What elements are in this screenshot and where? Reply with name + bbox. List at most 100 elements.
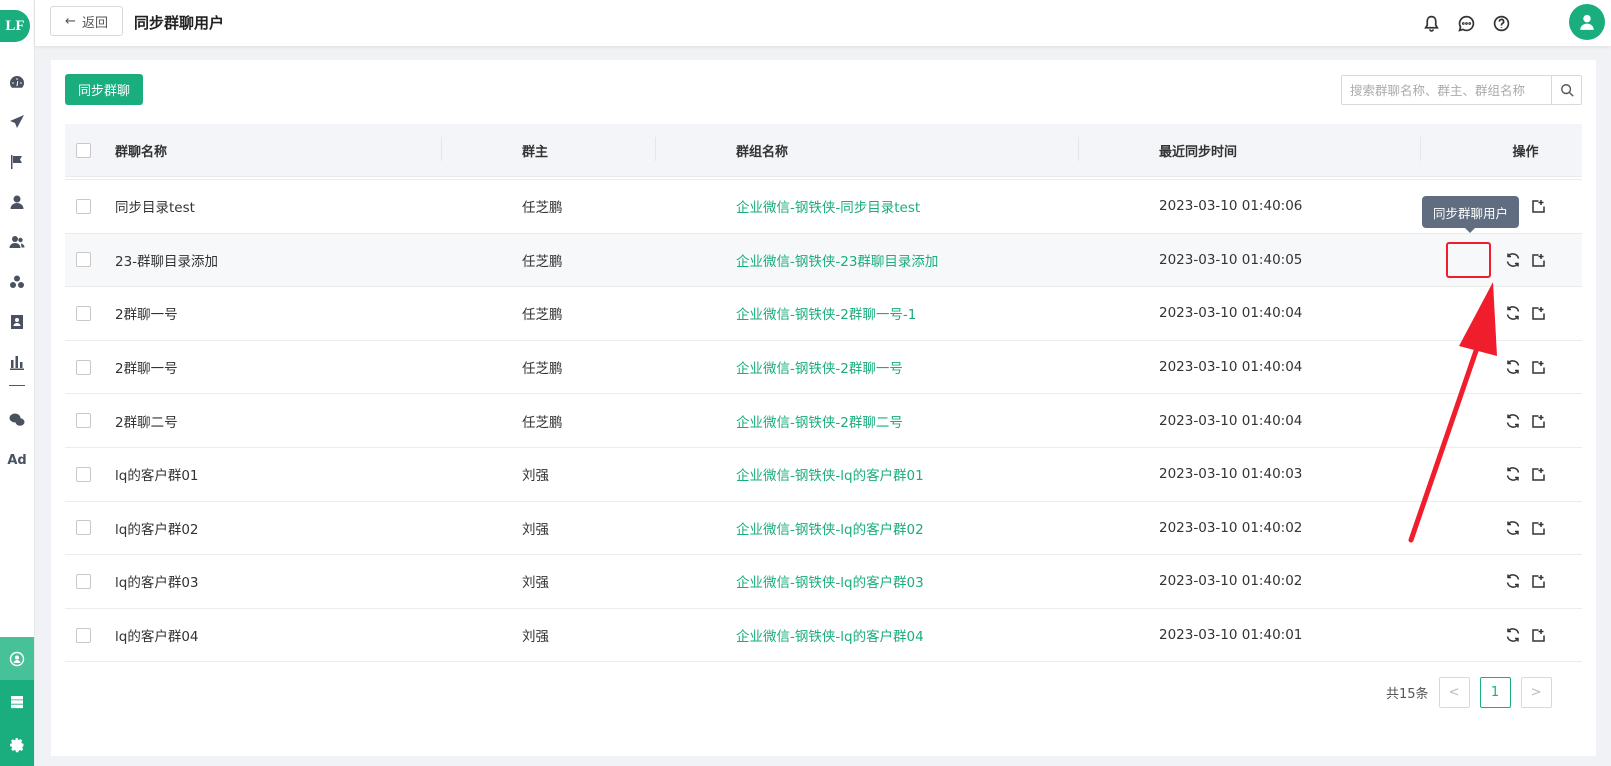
table-row[interactable]: lq的客户群04 刘强 企业微信-钢铁侠-lq的客户群04 2023-03-10 01… [65, 608, 1582, 663]
edit-icon[interactable] [1531, 520, 1547, 536]
bell-icon[interactable] [1421, 13, 1441, 33]
row-checkbox[interactable] [76, 466, 91, 482]
table-header: 群聊名称 群主 群组名称 最近同步时间 操作 [65, 124, 1582, 176]
column-divider [1420, 137, 1421, 161]
row-checkbox[interactable] [76, 305, 91, 321]
edit-icon[interactable] [1531, 359, 1547, 375]
contact-card-icon[interactable] [0, 302, 34, 342]
cell-group-link[interactable]: 企业微信-钢铁侠-lq的客户群04 [720, 625, 1143, 645]
next-page-button[interactable]: > [1520, 677, 1552, 708]
ad-menu-item[interactable]: Ad [0, 440, 34, 480]
cell-group-link[interactable]: 企业微信-钢铁侠-同步目录test [720, 196, 1143, 216]
edit-icon[interactable] [1531, 198, 1547, 214]
cell-group-link[interactable]: 企业微信-钢铁侠-lq的客户群02 [720, 518, 1143, 538]
edit-icon[interactable] [1531, 252, 1547, 268]
cell-ops [1469, 627, 1582, 643]
arrow-left-icon: ← [65, 13, 76, 29]
row-checkbox[interactable] [76, 198, 91, 214]
user-icon[interactable] [0, 182, 34, 222]
prev-page-button[interactable]: < [1438, 677, 1470, 708]
cell-name: 23-群聊目录添加 [115, 253, 219, 270]
edit-icon[interactable] [1531, 413, 1547, 429]
row-check-cell [65, 627, 115, 643]
table-row[interactable]: 同步目录test 任芝鹏 企业微信-钢铁侠-同步目录test 2023-03-10 0… [65, 180, 1582, 234]
select-all-cell [65, 142, 115, 158]
edit-icon[interactable] [1531, 466, 1547, 482]
search-icon[interactable] [1551, 76, 1581, 104]
cell-group-link[interactable]: 企业微信-钢铁侠-2群聊二号 [720, 411, 1143, 431]
group-chat-table: 群聊名称 群主 群组名称 最近同步时间 操作 同步目录test 任芝鹏 企业微信-钢… [65, 124, 1582, 666]
sync-users-icon[interactable] [1505, 627, 1521, 643]
cell-owner: 任芝鹏 [522, 200, 563, 217]
column-header-group: 群组名称 [736, 144, 789, 160]
row-check-cell [65, 305, 115, 321]
sidebar: LF Ad [0, 0, 35, 766]
table-row[interactable]: 23-群聊目录添加 任芝鹏 企业微信-钢铁侠-23群聊目录添加 2023-03-10 … [65, 233, 1582, 288]
sync-users-icon[interactable] [1505, 573, 1521, 589]
sync-group-chat-button[interactable]: 同步群聊 [65, 74, 143, 105]
row-checkbox[interactable] [76, 573, 91, 589]
search-box [1341, 75, 1582, 105]
row-check-cell [65, 413, 115, 429]
column-header-owner: 群主 [522, 144, 549, 160]
dashboard-icon[interactable] [0, 62, 34, 102]
bar-chart-icon[interactable] [0, 342, 34, 382]
table-row[interactable]: lq的客户群02 刘强 企业微信-钢铁侠-lq的客户群02 2023-03-10 01… [65, 501, 1582, 556]
row-checkbox[interactable] [76, 252, 91, 268]
row-check-cell [65, 252, 115, 268]
table-row[interactable]: 2群聊二号 任芝鹏 企业微信-钢铁侠-2群聊二号 2023-03-10 01:40:0… [65, 394, 1582, 448]
cell-name: 2群聊一号 [115, 361, 178, 378]
cell-owner: 刘强 [522, 468, 549, 485]
cell-name: lq的客户群02 [115, 521, 199, 538]
server-icon[interactable] [0, 680, 34, 723]
row-checkbox[interactable] [76, 413, 91, 429]
page-number-button[interactable]: 1 [1479, 677, 1511, 708]
edit-icon[interactable] [1531, 573, 1547, 589]
back-button-label: 返回 [81, 15, 108, 31]
cell-group-link[interactable]: 企业微信-钢铁侠-lq的客户群03 [720, 571, 1143, 591]
send-icon[interactable] [0, 102, 34, 142]
main-card: 同步群聊 群聊名称 群主 群组名称 最近同步时间 操作 同步目录test任芝鹏企… [51, 60, 1596, 756]
cell-owner: 刘强 [522, 521, 549, 538]
wechat-icon[interactable] [0, 400, 34, 440]
cell-name: 2群聊一号 [115, 307, 178, 324]
row-check-cell [65, 466, 115, 482]
row-checkbox[interactable] [76, 520, 91, 536]
help-icon[interactable] [1491, 13, 1511, 33]
cell-group-link[interactable]: 企业微信-钢铁侠-lq的客户群01 [720, 464, 1143, 484]
table-row[interactable]: 2群聊一号 任芝鹏 企业微信-钢铁侠-2群聊一号-1 2023-03-10 01:40… [65, 287, 1582, 341]
group-icon[interactable] [0, 262, 34, 302]
cell-name: 2群聊二号 [115, 414, 178, 431]
search-input[interactable] [1342, 76, 1551, 104]
cell-group-link[interactable]: 企业微信-钢铁侠-23群聊目录添加 [720, 250, 1143, 270]
table-row[interactable]: lq的客户群01 刘强 企业微信-钢铁侠-lq的客户群01 2023-03-10 01… [65, 447, 1582, 502]
row-checkbox[interactable] [76, 627, 91, 643]
row-checkbox[interactable] [76, 359, 91, 375]
select-all-checkbox[interactable] [76, 142, 91, 158]
cell-owner: 任芝鹏 [522, 414, 563, 431]
sidebar-bottom [0, 637, 34, 766]
column-divider [441, 137, 442, 161]
row-check-cell [65, 359, 115, 375]
users-icon[interactable] [0, 222, 34, 262]
edit-icon[interactable] [1531, 305, 1547, 321]
table-row[interactable]: 2群聊一号 任芝鹏 企业微信-钢铁侠-2群聊一号 2023-03-10 01:40:0… [65, 340, 1582, 395]
column-divider [1078, 137, 1079, 161]
app-logo[interactable]: LF [0, 10, 30, 42]
cell-group-link[interactable]: 企业微信-钢铁侠-2群聊一号 [720, 357, 1143, 377]
table-row[interactable]: lq的客户群03 刘强 企业微信-钢铁侠-lq的客户群03 2023-03-10 01… [65, 555, 1582, 609]
page-title: 同步群聊用户 [134, 14, 225, 32]
cell-name: lq的客户群04 [115, 629, 199, 646]
flag-icon[interactable] [0, 142, 34, 182]
cell-owner: 刘强 [522, 629, 549, 646]
avatar[interactable] [1569, 4, 1605, 40]
sidebar-nav: Ad [0, 62, 34, 480]
settings-icon[interactable] [0, 723, 34, 766]
message-icon[interactable] [1456, 13, 1476, 33]
column-header-name: 群聊名称 [115, 144, 168, 160]
cell-group-link[interactable]: 企业微信-钢铁侠-2群聊一号-1 [720, 303, 1143, 323]
edit-icon[interactable] [1531, 627, 1547, 643]
customer-group-icon[interactable] [0, 637, 34, 680]
sync-users-icon[interactable] [1505, 252, 1521, 268]
back-button[interactable]: ← 返回 [50, 6, 123, 36]
